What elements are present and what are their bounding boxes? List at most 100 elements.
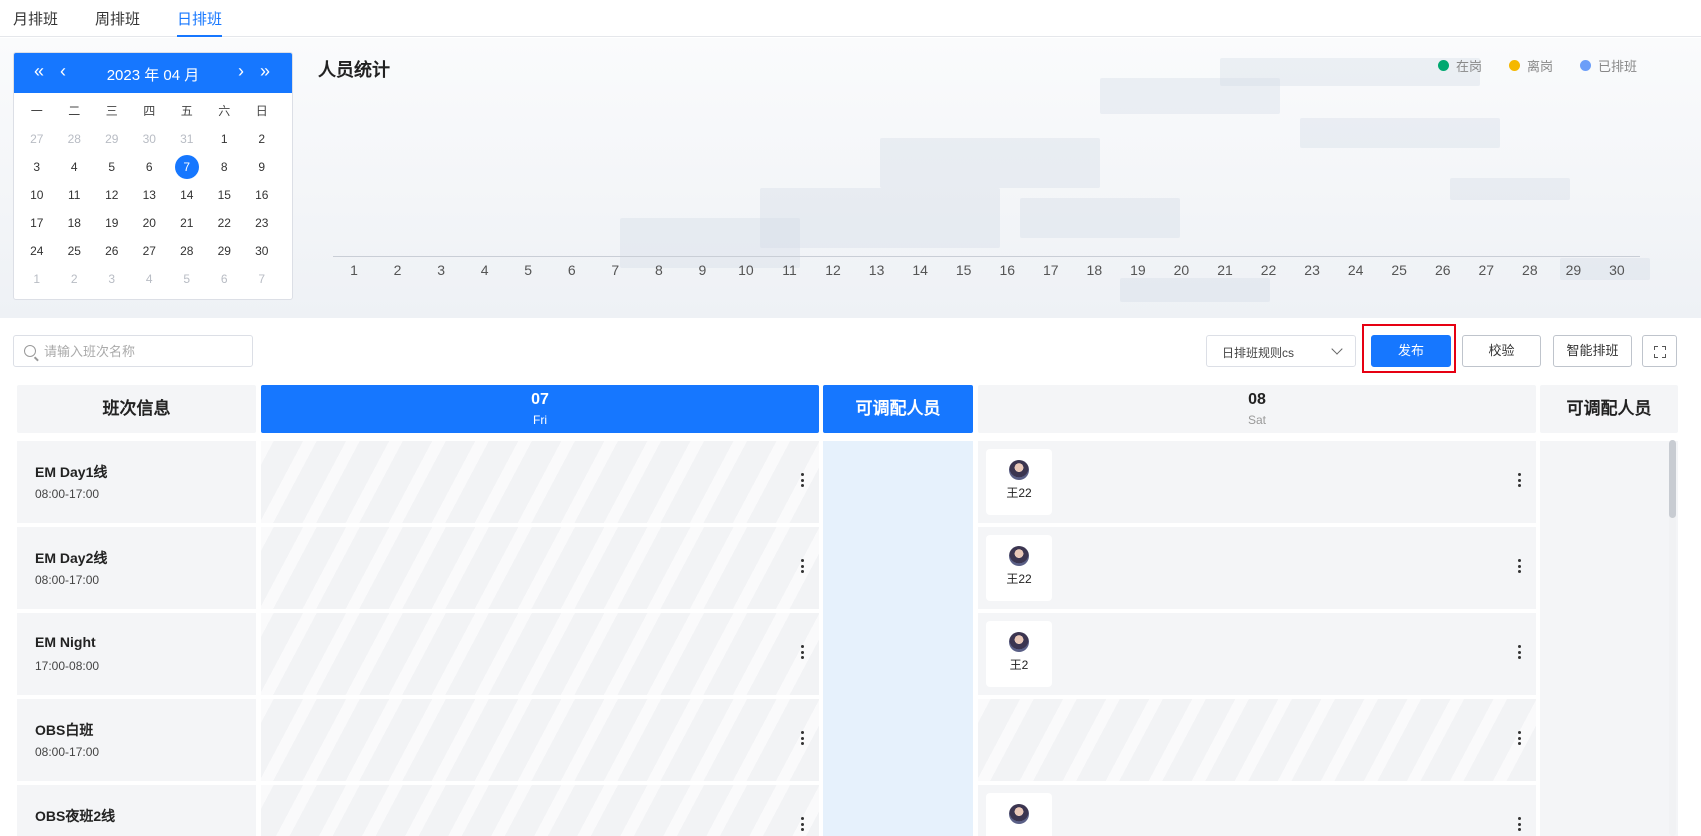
calendar-day[interactable]: 5 — [168, 267, 206, 291]
calendar-day[interactable]: 19 — [93, 211, 131, 235]
calendar-day[interactable]: 24 — [18, 239, 56, 263]
x-axis-tick-label: 30 — [1609, 262, 1625, 278]
more-icon[interactable] — [1518, 731, 1522, 747]
calendar-day[interactable]: 18 — [56, 211, 94, 235]
more-icon[interactable] — [1518, 645, 1522, 661]
assigned-person[interactable]: 王22 — [986, 535, 1052, 601]
x-axis-tick-label: 21 — [1217, 262, 1233, 278]
more-icon[interactable] — [801, 559, 805, 575]
calendar-title: 2023 年 04 月 — [106, 67, 200, 84]
shift-search-input[interactable] — [44, 341, 244, 361]
calendar-day[interactable]: 15 — [206, 183, 244, 207]
calendar-day[interactable]: 11 — [56, 183, 94, 207]
calendar-day[interactable]: 3 — [93, 267, 131, 291]
calendar-day[interactable]: 16 — [243, 183, 281, 207]
schedule-rule-select[interactable]: 日排班规则cs — [1206, 335, 1356, 367]
schedule-slot[interactable] — [978, 699, 1536, 781]
calendar-day[interactable]: 5 — [93, 155, 131, 179]
more-icon[interactable] — [801, 473, 805, 489]
calendar-day[interactable]: 27 — [131, 239, 169, 263]
calendar-day-selected[interactable]: 7 — [168, 155, 206, 179]
calendar-day[interactable]: 30 — [131, 127, 169, 151]
x-axis-tick-label: 3 — [437, 262, 445, 278]
calendar-day[interactable]: 12 — [93, 183, 131, 207]
calendar-day[interactable]: 9 — [243, 155, 281, 179]
calendar-day[interactable]: 30 — [243, 239, 281, 263]
calendar-day[interactable]: 4 — [56, 155, 94, 179]
assigned-person[interactable] — [986, 793, 1052, 836]
calendar-day[interactable]: 26 — [93, 239, 131, 263]
x-axis-tick-label: 11 — [782, 262, 797, 278]
schedule-slot[interactable] — [261, 527, 819, 609]
tab-month[interactable]: 月排班 — [13, 8, 58, 37]
calendar-day[interactable]: 28 — [56, 127, 94, 151]
schedule-slot[interactable] — [261, 441, 819, 523]
calendar-day[interactable]: 13 — [131, 183, 169, 207]
legend-label: 在岗 — [1456, 59, 1483, 74]
shift-time: 08:00-17:00 — [35, 745, 100, 759]
calendar-day[interactable]: 21 — [168, 211, 206, 235]
calendar-day[interactable]: 1 — [206, 127, 244, 151]
day-header-08[interactable]: 08 Sat — [978, 385, 1536, 433]
calendar-day[interactable]: 23 — [243, 211, 281, 235]
available-staff-header[interactable]: 可调配人员 — [1540, 385, 1678, 433]
shift-info-cell: OBS白班 08:00-17:00 — [17, 699, 256, 781]
calendar-day[interactable]: 28 — [168, 239, 206, 263]
calendar-day[interactable]: 4 — [131, 267, 169, 291]
calendar-day[interactable]: 1 — [18, 267, 56, 291]
more-icon[interactable] — [1518, 817, 1522, 833]
legend-item-scheduled: 已排班 — [1580, 56, 1637, 75]
calendar-day[interactable]: 29 — [206, 239, 244, 263]
more-icon[interactable] — [801, 817, 805, 833]
schedule-slot[interactable] — [261, 785, 819, 836]
calendar-day[interactable]: 31 — [168, 127, 206, 151]
chevron-down-icon — [1331, 343, 1343, 355]
calendar-day[interactable]: 3 — [18, 155, 56, 179]
more-icon[interactable] — [801, 731, 805, 747]
day-header-07[interactable]: 07 Fri — [261, 385, 819, 433]
next-year-icon[interactable]: » — [260, 61, 270, 81]
calendar-day[interactable]: 17 — [18, 211, 56, 235]
calendar-day[interactable]: 22 — [206, 211, 244, 235]
calendar-day[interactable]: 7 — [243, 267, 281, 291]
schedule-slot[interactable]: 王2 — [978, 613, 1536, 695]
assigned-person[interactable]: 王22 — [986, 449, 1052, 515]
validate-button[interactable]: 校验 — [1462, 335, 1541, 367]
calendar-day[interactable]: 14 — [168, 183, 206, 207]
schedule-slot[interactable]: 王22 — [978, 441, 1536, 523]
calendar-day[interactable]: 6 — [206, 267, 244, 291]
week-row: 10 11 12 13 14 15 16 — [18, 181, 288, 209]
schedule-slot[interactable] — [261, 699, 819, 781]
legend-item-on-duty: 在岗 — [1438, 56, 1482, 75]
fullscreen-button[interactable] — [1642, 335, 1677, 367]
blue-dot-icon — [1580, 60, 1591, 71]
more-icon[interactable] — [1518, 559, 1522, 575]
calendar-day[interactable]: 2 — [56, 267, 94, 291]
shift-info-cell: EM Day1线 08:00-17:00 — [17, 441, 256, 523]
tab-week[interactable]: 周排班 — [95, 8, 140, 37]
calendar-day[interactable]: 25 — [56, 239, 94, 263]
smart-schedule-button[interactable]: 智能排班 — [1553, 335, 1632, 367]
next-month-icon[interactable]: › — [238, 61, 244, 81]
more-icon[interactable] — [1518, 473, 1522, 489]
calendar-day[interactable]: 10 — [18, 183, 56, 207]
available-staff-column-day2[interactable] — [1540, 441, 1678, 836]
schedule-slot[interactable]: 王22 — [978, 527, 1536, 609]
calendar-day[interactable]: 27 — [18, 127, 56, 151]
publish-button[interactable]: 发布 — [1371, 335, 1451, 367]
calendar-day[interactable]: 29 — [93, 127, 131, 151]
shift-search-box[interactable] — [13, 335, 253, 367]
calendar-day[interactable]: 20 — [131, 211, 169, 235]
schedule-slot[interactable] — [261, 613, 819, 695]
scrollbar-thumb[interactable] — [1669, 440, 1676, 518]
more-icon[interactable] — [801, 645, 805, 661]
schedule-slot[interactable] — [978, 785, 1536, 836]
calendar-day[interactable]: 8 — [206, 155, 244, 179]
available-staff-column-day1[interactable] — [823, 441, 973, 836]
available-staff-header-active[interactable]: 可调配人员 — [823, 385, 973, 433]
calendar-day[interactable]: 6 — [131, 155, 169, 179]
tab-day[interactable]: 日排班 — [177, 8, 223, 37]
calendar-day[interactable]: 2 — [243, 127, 281, 151]
assigned-person[interactable]: 王2 — [986, 621, 1052, 687]
vertical-scrollbar[interactable] — [1669, 440, 1676, 836]
